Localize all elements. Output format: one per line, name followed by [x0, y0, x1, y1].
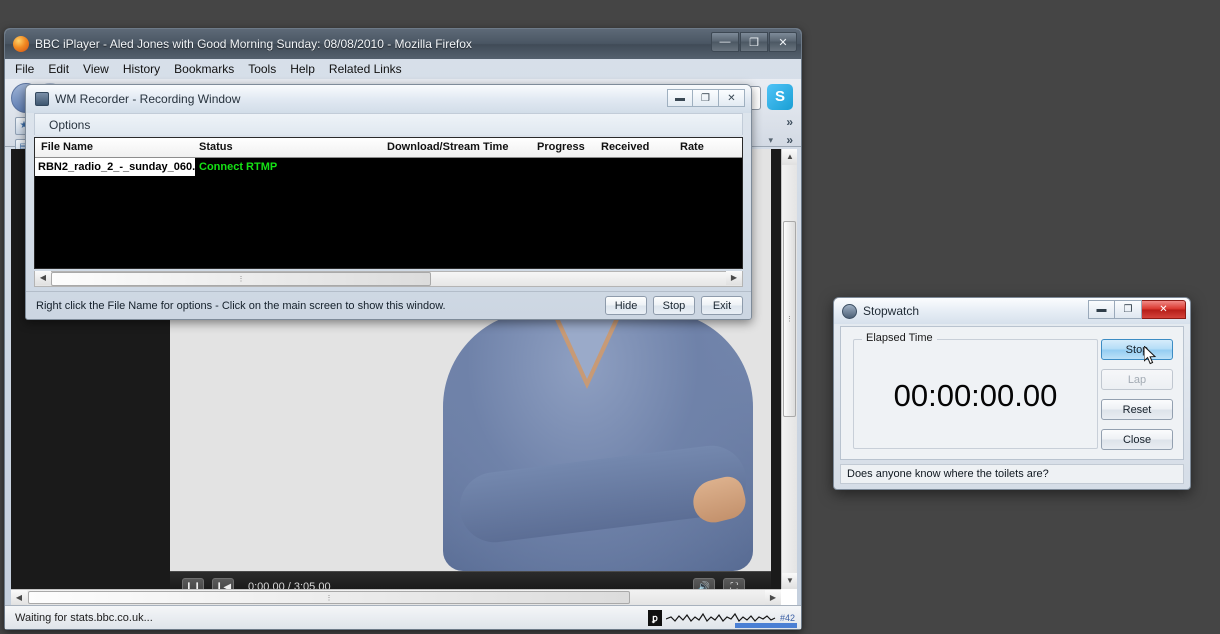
recordings-scroll-left-arrow-icon[interactable]: ◀ [35, 271, 51, 285]
firefox-icon [13, 36, 29, 52]
menu-item-bookmarks[interactable]: Bookmarks [174, 62, 234, 76]
scroll-down-arrow-icon[interactable]: ▼ [782, 573, 797, 589]
hide-button[interactable]: Hide [605, 296, 647, 315]
column-header-download-stream-time[interactable]: Download/Stream Time [387, 141, 508, 153]
elapsed-time-label: Elapsed Time [862, 332, 937, 344]
chevron-down-icon[interactable]: ▾ [768, 135, 773, 146]
scroll-up-arrow-icon[interactable]: ▲ [782, 149, 797, 165]
wm-recorder-window-title: WM Recorder - Recording Window [55, 92, 241, 106]
playback-time: 0:00.00 / 3:05.00 [248, 581, 331, 589]
cell-file-name[interactable]: RBN2_radio_2_-_sunday_060... [35, 158, 195, 176]
table-row[interactable]: RBN2_radio_2_-_sunday_060... Connect RTM… [35, 158, 742, 176]
video-player-controls: ❙❙ ❙◀ 0:00.00 / 3:05.00 🔊 ⛶ [170, 571, 771, 589]
bookmarks-overflow-chevron-icon[interactable]: » [786, 133, 793, 147]
wm-recorder-window: WM Recorder - Recording Window ▬ ❐ ✕ Opt… [25, 84, 752, 320]
stop-button[interactable]: Stop [653, 296, 695, 315]
stopwatch-stop-button[interactable]: Stop [1101, 339, 1173, 360]
stopwatch-statusbar: Does anyone know where the toilets are? [840, 464, 1184, 484]
horizontal-scroll-thumb[interactable]: ⋮ [28, 591, 630, 604]
wm-recorder-maximize-button[interactable]: ❐ [693, 89, 719, 107]
menu-item-options[interactable]: Options [49, 118, 90, 132]
status-text: Waiting for stats.bbc.co.uk... [15, 611, 153, 624]
wm-recorder-close-button[interactable]: ✕ [719, 89, 745, 107]
stopwatch-button-group: Stop Lap Reset Close [1101, 339, 1173, 459]
firefox-statusbar: Waiting for stats.bbc.co.uk... ꝑ #42 [5, 605, 801, 629]
page-horizontal-scrollbar[interactable]: ◀ ⋮ ▶ [11, 589, 781, 605]
wm-recorder-footer: Right click the File Name for options - … [26, 291, 751, 319]
pause-button[interactable]: ❙❙ [182, 578, 204, 589]
recordings-scroll-thumb[interactable]: ⋮ [51, 272, 431, 286]
recordings-horizontal-scrollbar[interactable]: ◀ ⋮ ▶ [34, 271, 743, 287]
column-header-progress[interactable]: Progress [537, 141, 585, 153]
cell-status: Connect RTMP [199, 161, 278, 173]
menu-item-edit[interactable]: Edit [48, 62, 69, 76]
footer-button-group: Hide Stop Exit [605, 296, 743, 315]
wm-recorder-menubar: Options [34, 113, 743, 135]
stopwatch-window-title: Stopwatch [863, 304, 920, 318]
column-header-file-name[interactable]: File Name [41, 141, 93, 153]
stopwatch-status-text: Does anyone know where the toilets are? [847, 468, 1049, 480]
desktop: BBC iPlayer - Aled Jones with Good Morni… [0, 0, 1220, 634]
scroll-left-arrow-icon[interactable]: ◀ [11, 590, 27, 605]
menu-item-history[interactable]: History [123, 62, 160, 76]
progress-indicator [735, 623, 797, 628]
firefox-window-title: BBC iPlayer - Aled Jones with Good Morni… [35, 37, 472, 51]
rewind-button[interactable]: ❙◀ [212, 578, 234, 589]
recorder-icon [35, 92, 49, 106]
stopwatch-reset-button[interactable]: Reset [1101, 399, 1173, 420]
column-header-received[interactable]: Received [601, 141, 649, 153]
recordings-table-header: File Name Status Download/Stream Time Pr… [35, 138, 742, 158]
firefox-window-buttons: — ❐ ✕ [711, 32, 797, 52]
elapsed-time-display: 00:00:00.00 [893, 378, 1058, 413]
stopwatch-window: Stopwatch ▬ ❐ ✕ Elapsed Time 00:00:00.00… [833, 297, 1191, 490]
stopwatch-window-buttons: ▬ ❐ ✕ [1088, 300, 1186, 319]
stopwatch-close-button[interactable]: ✕ [1142, 300, 1186, 319]
page-vertical-scrollbar[interactable]: ▲ ⋮ ▼ [781, 149, 797, 589]
exit-button[interactable]: Exit [701, 296, 743, 315]
fullscreen-icon[interactable]: ⛶ [723, 578, 745, 589]
elapsed-time-group: Elapsed Time 00:00:00.00 [853, 332, 1098, 449]
connection-number: #42 [779, 613, 795, 623]
stopwatch-close-action-button[interactable]: Close [1101, 429, 1173, 450]
wm-recorder-window-buttons: ▬ ❐ ✕ [667, 89, 745, 107]
column-header-rate[interactable]: Rate [680, 141, 704, 153]
stopwatch-minimize-button[interactable]: ▬ [1088, 300, 1115, 319]
stopwatch-lap-button: Lap [1101, 369, 1173, 390]
column-header-status[interactable]: Status [199, 141, 233, 153]
stopwatch-body: Elapsed Time 00:00:00.00 Stop Lap Reset … [840, 326, 1184, 460]
menu-item-file[interactable]: File [15, 62, 34, 76]
volume-icon[interactable]: 🔊 [693, 578, 715, 589]
wm-recorder-titlebar[interactable]: WM Recorder - Recording Window ▬ ❐ ✕ [26, 85, 751, 113]
menu-item-help[interactable]: Help [290, 62, 315, 76]
skype-icon[interactable]: S [767, 84, 793, 110]
recordings-scroll-right-arrow-icon[interactable]: ▶ [726, 271, 742, 285]
stopwatch-icon [842, 303, 857, 319]
toolbar-overflow-chevron-icon[interactable]: » [786, 115, 793, 129]
firefox-close-button[interactable]: ✕ [769, 32, 797, 52]
recordings-list[interactable]: File Name Status Download/Stream Time Pr… [34, 137, 743, 269]
vertical-scroll-thumb[interactable]: ⋮ [783, 221, 796, 417]
stopwatch-titlebar[interactable]: Stopwatch ▬ ❐ ✕ [834, 298, 1190, 324]
menu-item-view[interactable]: View [83, 62, 109, 76]
footer-hint-text: Right click the File Name for options - … [36, 299, 446, 312]
firefox-menubar: File Edit View History Bookmarks Tools H… [5, 59, 801, 79]
scroll-right-arrow-icon[interactable]: ▶ [765, 590, 781, 605]
firefox-titlebar[interactable]: BBC iPlayer - Aled Jones with Good Morni… [5, 29, 801, 59]
wm-recorder-minimize-button[interactable]: ▬ [667, 89, 693, 107]
menu-item-tools[interactable]: Tools [248, 62, 276, 76]
audio-badge-icon: ꝑ [647, 610, 662, 626]
stopwatch-maximize-button[interactable]: ❐ [1115, 300, 1142, 319]
firefox-maximize-button[interactable]: ❐ [740, 32, 768, 52]
menu-item-related-links[interactable]: Related Links [329, 62, 402, 76]
firefox-minimize-button[interactable]: — [711, 32, 739, 52]
